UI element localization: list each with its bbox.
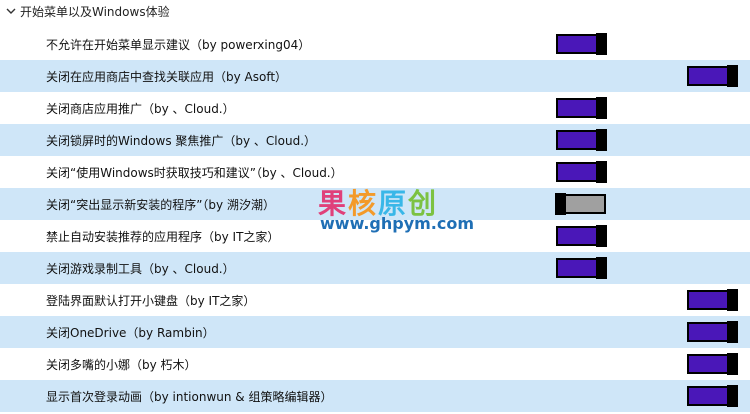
list-item: 登陆界面默认打开小键盘（by IT之家）: [0, 284, 750, 316]
toggle-switch[interactable]: [687, 289, 738, 311]
item-label: 登陆界面默认打开小键盘（by IT之家）: [46, 293, 256, 308]
toggle-thumb[interactable]: [596, 33, 607, 55]
item-label: 禁止自动安装推荐的应用程序（by IT之家）: [46, 229, 280, 244]
toggle-switch[interactable]: [556, 129, 607, 151]
toggle-thumb[interactable]: [596, 257, 607, 279]
item-label: 不允许在开始菜单显示建议（by powerxing04）: [46, 37, 311, 52]
toggle-switch[interactable]: [556, 225, 607, 247]
item-label: 关闭“突出显示新安装的程序”（by 溯汐潮）: [46, 197, 275, 212]
list-item: 关闭“使用Windows时获取技巧和建议”（by 、Cloud.）: [0, 156, 750, 188]
section-header[interactable]: 开始菜单以及Windows体验: [0, 0, 750, 22]
toggle-thumb[interactable]: [727, 353, 738, 375]
list-item: 关闭商店应用推广（by 、Cloud.）: [0, 92, 750, 124]
toggle-switch[interactable]: [556, 97, 607, 119]
chevron-down-icon[interactable]: [4, 4, 18, 18]
list-item: 关闭锁屏时的Windows 聚焦推广（by 、Cloud.）: [0, 124, 750, 156]
toggle-thumb[interactable]: [727, 65, 738, 87]
list-item: 关闭多嘴的小娜（by 朽木）: [0, 348, 750, 380]
list-item: 不允许在开始菜单显示建议（by powerxing04）: [0, 28, 750, 60]
item-label: 关闭锁屏时的Windows 聚焦推广（by 、Cloud.）: [46, 133, 317, 148]
toggle-switch[interactable]: [555, 193, 606, 215]
item-label: 关闭OneDrive（by Rambin）: [46, 325, 215, 340]
item-label: 关闭商店应用推广（by 、Cloud.）: [46, 101, 235, 116]
section-title: 开始菜单以及Windows体验: [20, 4, 170, 19]
list-item: 关闭“突出显示新安装的程序”（by 溯汐潮）: [0, 188, 750, 220]
toggle-thumb[interactable]: [555, 193, 566, 215]
toggle-thumb[interactable]: [596, 129, 607, 151]
toggle-thumb[interactable]: [727, 385, 738, 407]
toggle-switch[interactable]: [556, 257, 607, 279]
toggle-switch[interactable]: [556, 161, 607, 183]
list-item: 禁止自动安装推荐的应用程序（by IT之家）: [0, 220, 750, 252]
item-label: 关闭游戏录制工具（by 、Cloud.）: [46, 261, 235, 276]
settings-page: 开始菜单以及Windows体验 不允许在开始菜单显示建议（by powerxin…: [0, 0, 750, 414]
item-label: 关闭多嘴的小娜（by 朽木）: [46, 357, 197, 372]
item-label: 关闭“使用Windows时获取技巧和建议”（by 、Cloud.）: [46, 165, 343, 180]
list-item: 显示首次登录动画（by intionwun & 组策略编辑器）: [0, 380, 750, 412]
toggle-thumb[interactable]: [727, 289, 738, 311]
toggle-switch[interactable]: [687, 321, 738, 343]
item-label: 显示首次登录动画（by intionwun & 组策略编辑器）: [46, 389, 333, 404]
toggle-thumb[interactable]: [727, 321, 738, 343]
toggle-switch[interactable]: [687, 65, 738, 87]
toggle-switch[interactable]: [687, 353, 738, 375]
toggle-thumb[interactable]: [596, 97, 607, 119]
toggle-switch[interactable]: [556, 33, 607, 55]
toggle-thumb[interactable]: [596, 161, 607, 183]
item-label: 关闭在应用商店中查找关联应用（by Asoft）: [46, 69, 288, 84]
settings-list: 不允许在开始菜单显示建议（by powerxing04） 关闭在应用商店中查找关…: [0, 28, 750, 412]
list-item: 关闭游戏录制工具（by 、Cloud.）: [0, 252, 750, 284]
list-item: 关闭OneDrive（by Rambin）: [0, 316, 750, 348]
toggle-thumb[interactable]: [596, 225, 607, 247]
list-item: 关闭在应用商店中查找关联应用（by Asoft）: [0, 60, 750, 92]
toggle-switch[interactable]: [687, 385, 738, 407]
